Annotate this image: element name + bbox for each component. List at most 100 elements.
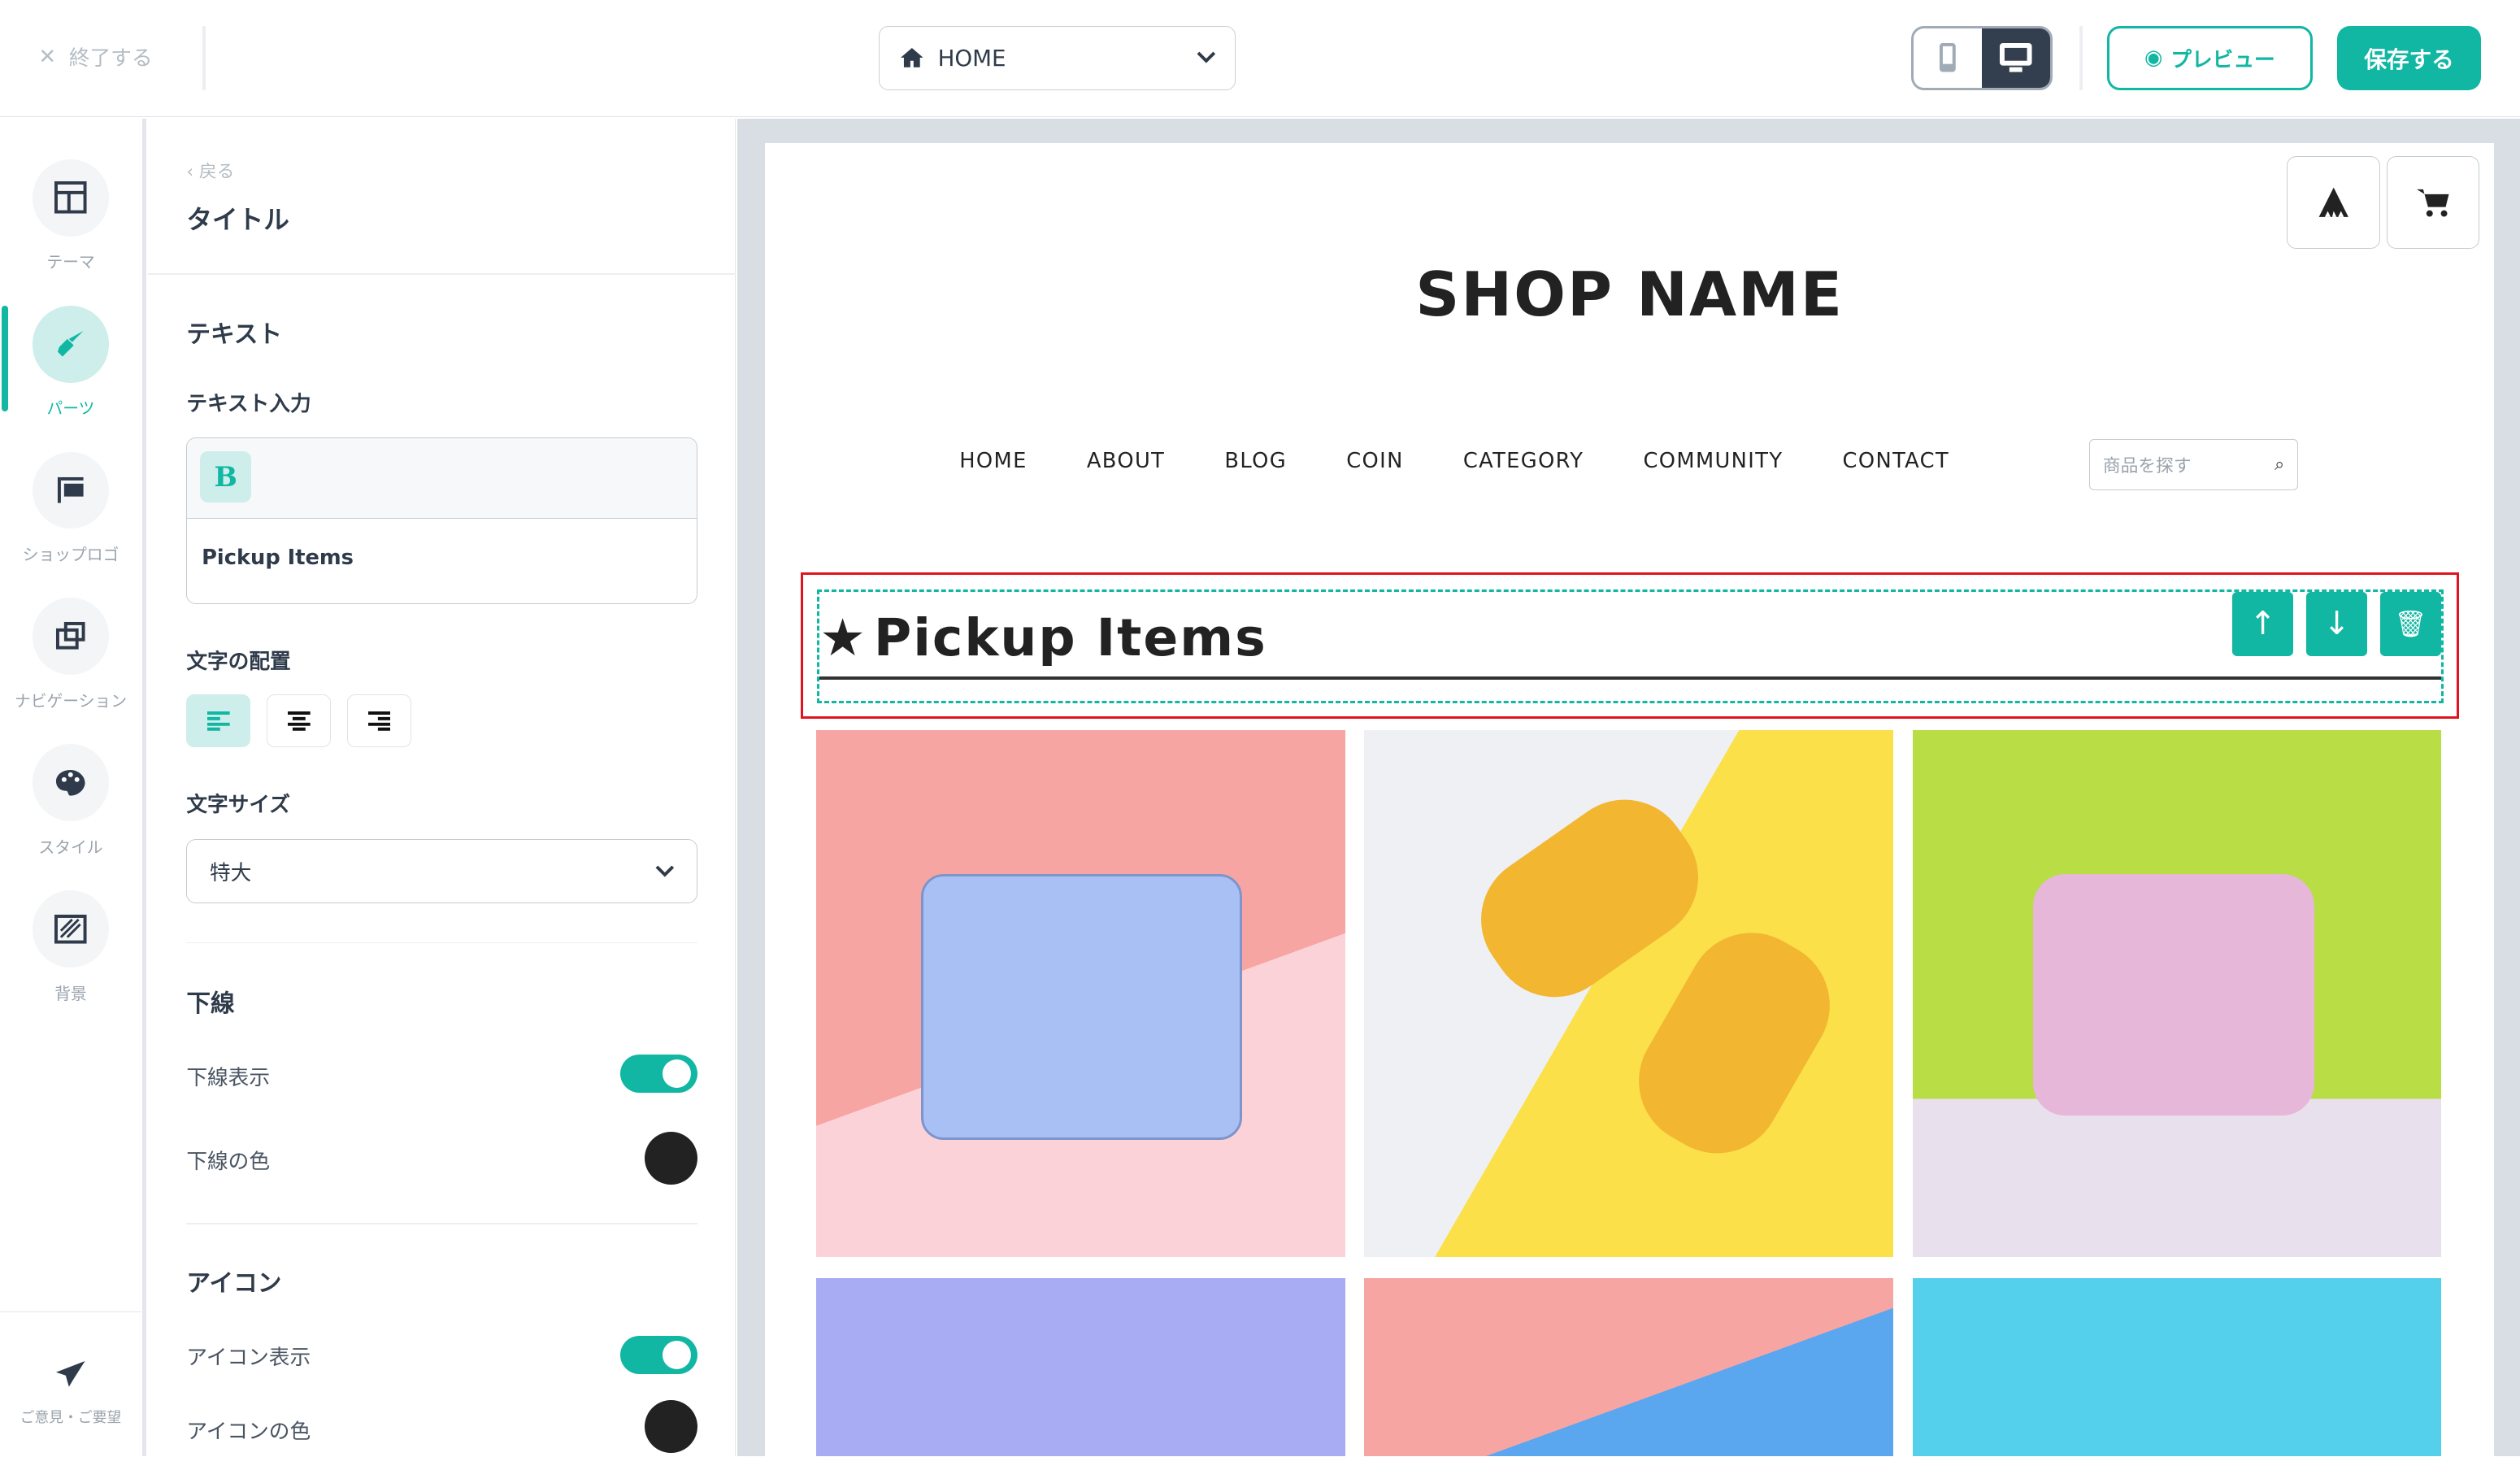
settings-panel: ‹ 戻る タイトル テキスト テキスト入力 B Pickup Items 文字の… — [147, 119, 736, 1457]
signboard-icon — [58, 477, 84, 503]
home-icon — [901, 48, 923, 68]
title-section[interactable]: ★ Pickup Items ↑ ↓ 🗑 — [817, 589, 2444, 703]
divider — [2079, 25, 2083, 90]
shop-name: SHOP NAME — [1415, 259, 1844, 331]
navigation-icon — [56, 622, 85, 650]
mobile-view-button[interactable] — [1914, 28, 1982, 88]
underline-toggle[interactable] — [620, 1054, 697, 1094]
icon-color-label: アイコンの色 — [186, 1419, 311, 1444]
divider — [186, 1223, 697, 1225]
cart-button[interactable] — [2386, 155, 2480, 250]
icon-toggle[interactable] — [620, 1335, 697, 1375]
selected-section-outline: ★ Pickup Items ↑ ↓ 🗑 — [800, 572, 2459, 719]
product-image[interactable] — [1912, 1277, 2442, 1457]
paper-plane-icon — [56, 1360, 85, 1387]
icon-section-heading: アイコン — [186, 1268, 282, 1297]
bag-shape — [920, 874, 1243, 1140]
desktop-view-button[interactable] — [1981, 28, 2050, 88]
feedback-button[interactable]: ご意見・ご要望 — [0, 1311, 141, 1456]
chevron-down-icon — [655, 865, 674, 877]
product-image[interactable] — [816, 1277, 1345, 1457]
trash-icon: 🗑 — [2394, 609, 2427, 639]
rail-item-theme[interactable]: テーマ — [0, 159, 141, 273]
arrow-up-icon: ↑ — [2249, 605, 2277, 643]
save-button[interactable]: 保存する — [2336, 25, 2482, 90]
divider — [147, 273, 736, 276]
nav-community[interactable]: COMMUNITY — [1643, 449, 1783, 473]
icon-show-label: アイコン表示 — [186, 1345, 311, 1370]
product-image[interactable] — [816, 729, 1345, 1257]
tent-icon — [2318, 187, 2348, 218]
rail-item-style[interactable]: スタイル — [0, 744, 141, 858]
underline-section-heading: 下線 — [186, 988, 235, 1017]
align-left-button[interactable] — [186, 694, 251, 748]
align-center-button[interactable] — [267, 694, 332, 748]
product-image[interactable] — [1364, 729, 1893, 1257]
underline-show-label: 下線表示 — [186, 1065, 271, 1090]
nav-category[interactable]: CATEGORY — [1463, 449, 1584, 473]
underline-color-label: 下線の色 — [186, 1149, 271, 1174]
align-label: 文字の配置 — [186, 649, 291, 674]
arrow-down-icon: ↓ — [2322, 605, 2351, 643]
divider — [186, 942, 697, 944]
mobile-icon — [1939, 43, 1956, 72]
align-right-button[interactable] — [347, 694, 412, 748]
shoe-shape — [1614, 909, 1853, 1177]
eye-icon: ◉ — [2144, 46, 2163, 71]
back-link[interactable]: ‹ 戻る — [186, 158, 234, 183]
delete-button[interactable]: 🗑 — [2379, 591, 2442, 656]
preview-canvas: SHOP NAME HOME ABOUT BLOG COIN CATEGORY … — [737, 119, 2520, 1457]
tent-button[interactable] — [2287, 155, 2380, 250]
brush-icon — [58, 331, 84, 357]
cart-icon — [2417, 189, 2449, 217]
shop-page: SHOP NAME HOME ABOUT BLOG COIN CATEGORY … — [765, 142, 2495, 1457]
underline-color-swatch[interactable] — [644, 1131, 697, 1185]
move-down-button[interactable]: ↓ — [2305, 591, 2368, 656]
size-select[interactable]: 特大 — [186, 838, 697, 904]
exit-button[interactable]: ✕ 終了する — [38, 41, 152, 72]
move-up-button[interactable]: ↑ — [2232, 591, 2294, 656]
align-left-icon — [207, 711, 230, 731]
search-input[interactable]: 商品を探す ⌕ — [2089, 438, 2299, 490]
star-icon: ★ — [819, 607, 867, 668]
icon-color-swatch[interactable] — [644, 1399, 697, 1454]
device-toggle — [1910, 25, 2053, 90]
rail-item-background[interactable]: 背景 — [0, 890, 141, 1004]
desktop-icon — [1999, 43, 2032, 72]
align-center-icon — [287, 711, 311, 731]
preview-button[interactable]: ◉ プレビュー — [2106, 25, 2313, 90]
shop-nav: HOME ABOUT BLOG COIN CATEGORY COMMUNITY … — [959, 449, 1949, 473]
nav-about[interactable]: ABOUT — [1087, 449, 1165, 473]
top-bar: ✕ 終了する HOME ◉ プレビュー 保存する — [0, 0, 2520, 118]
layout-icon — [54, 181, 87, 214]
background-icon — [54, 914, 87, 944]
divider — [202, 25, 206, 90]
text-editor[interactable]: B Pickup Items — [186, 437, 697, 605]
page-select[interactable]: HOME — [879, 25, 1236, 90]
nav-home[interactable]: HOME — [959, 449, 1027, 473]
align-buttons — [186, 694, 412, 748]
text-section-heading: テキスト — [186, 320, 282, 349]
rail-item-shop-logo[interactable]: ショップロゴ — [0, 451, 141, 566]
product-image[interactable] — [1912, 729, 2442, 1257]
bag-shape — [2032, 874, 2314, 1116]
chevron-down-icon — [1197, 51, 1215, 63]
icon-rail: テーマ パーツ ショップロゴ ナビゲーション スタイル 背景 ご意見・ご要望 — [0, 119, 146, 1457]
search-icon[interactable]: ⌕ — [2275, 454, 2284, 475]
palette-icon — [56, 769, 85, 796]
nav-contact[interactable]: CONTACT — [1843, 449, 1950, 473]
product-image[interactable] — [1364, 1277, 1893, 1457]
rail-item-parts[interactable]: パーツ — [0, 305, 141, 420]
close-icon: ✕ — [38, 44, 56, 69]
size-label: 文字サイズ — [186, 792, 290, 817]
section-underline — [819, 676, 2442, 681]
nav-blog[interactable]: BLOG — [1224, 449, 1287, 473]
text-input[interactable]: Pickup Items — [187, 519, 697, 598]
text-input-label: テキスト入力 — [186, 392, 311, 417]
nav-coin[interactable]: COIN — [1346, 449, 1403, 473]
panel-title: タイトル — [186, 206, 289, 236]
section-title: Pickup Items — [873, 607, 1267, 668]
bold-button[interactable]: B — [200, 450, 252, 502]
rail-item-navigation[interactable]: ナビゲーション — [0, 598, 141, 711]
align-right-icon — [367, 711, 391, 731]
